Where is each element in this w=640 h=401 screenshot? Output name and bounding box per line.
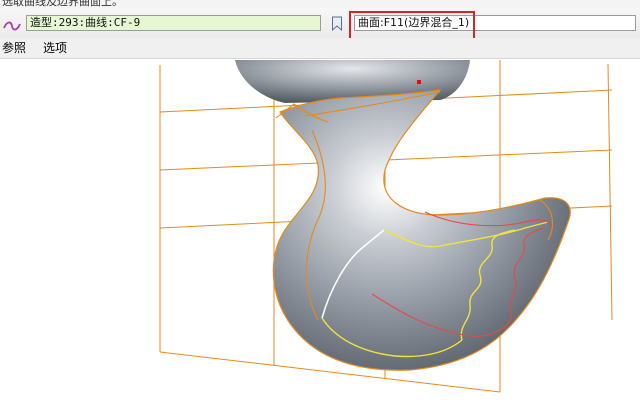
message-prompt: 选取曲线及边界曲面上。 [0, 0, 640, 8]
tab-options[interactable]: 选项 [43, 41, 67, 55]
tab-references[interactable]: 参照 [2, 41, 26, 55]
bookmark-icon[interactable] [331, 16, 343, 32]
message-text: 选取曲线及边界曲面上。 [2, 0, 123, 8]
curve-collector-field[interactable]: 造型:293:曲线:CF-9 [26, 15, 321, 31]
boundary-blend-surface [272, 89, 571, 371]
dashboard-toolbar: 造型:293:曲线:CF-9 曲面:F11(边界混合_1) [0, 8, 640, 43]
selection-marker [417, 80, 421, 84]
graphics-viewport[interactable] [0, 59, 640, 401]
dashboard-tabs: 参照 选项 [0, 38, 640, 59]
curve-tool-icon[interactable] [3, 17, 21, 31]
